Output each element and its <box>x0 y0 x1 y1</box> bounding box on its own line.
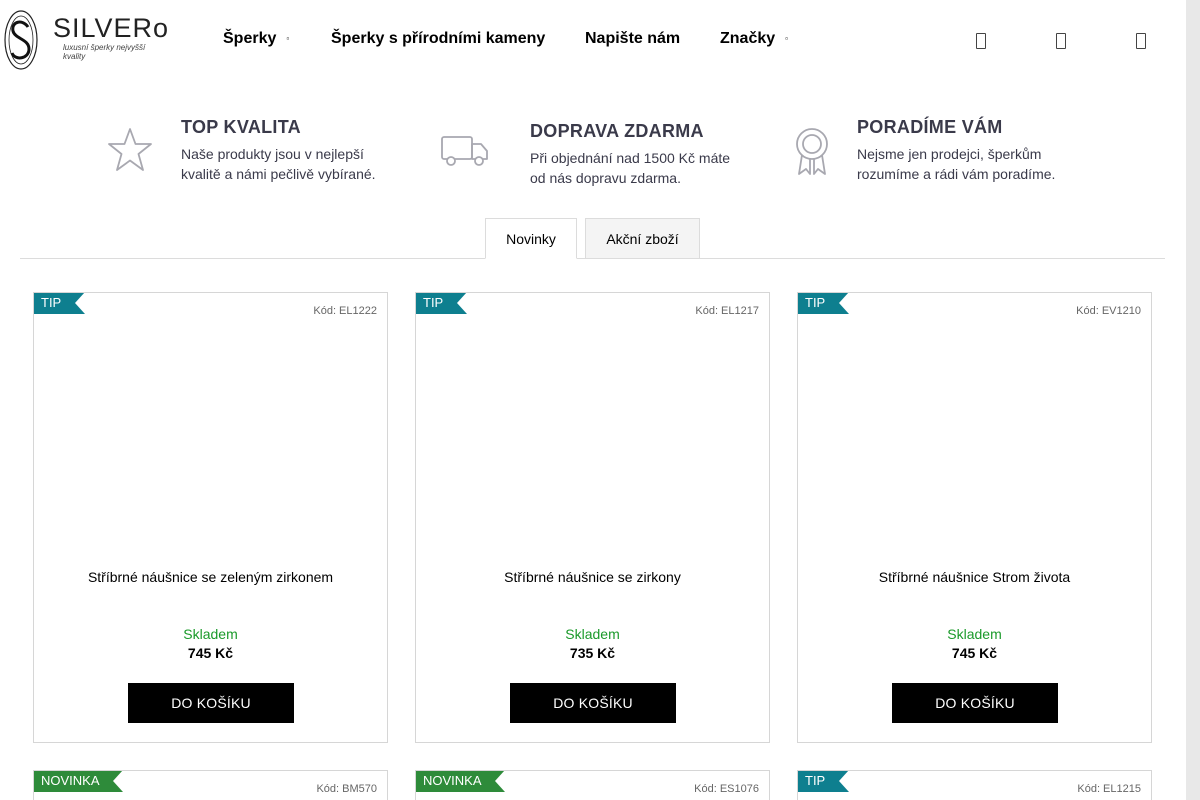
star-icon <box>108 128 152 171</box>
product-price: 745 Kč <box>187 645 234 661</box>
tip-flag: TIP <box>798 293 849 314</box>
benefit-text-line: Při objednání nad 1500 Kč máte <box>530 150 731 166</box>
tab-akcni-zbozi[interactable]: Akční zboží <box>585 218 700 259</box>
logo[interactable]: SILVERo luxusní šperky nejvyšší kvality <box>3 9 168 71</box>
tip-flag: TIP <box>34 293 85 314</box>
benefit-text-line: rozumíme a rádi vám poradíme. <box>857 166 1056 182</box>
logo-tagline: luxusní šperky nejvyšší kvality <box>63 43 146 61</box>
product-price: 745 Kč <box>951 645 998 661</box>
tip-flag: TIP <box>416 293 467 314</box>
truck-icon <box>441 136 488 166</box>
product-price: 735 Kč <box>569 645 616 661</box>
benefit-title: PORADÍME VÁM <box>857 117 1003 137</box>
flag-notch <box>839 293 849 314</box>
logo-emblem-icon <box>4 10 38 70</box>
product-code: Kód: BM570 <box>316 783 377 795</box>
tab-label: Akční zboží <box>606 230 679 247</box>
benefit-title: TOP KVALITA <box>181 117 301 137</box>
stock-status: Skladem <box>183 626 238 642</box>
flag-label: TIP <box>805 773 826 788</box>
product-code: Kód: EL1222 <box>313 305 377 317</box>
nav-item-label: Značky <box>720 30 776 47</box>
nav-item-label: Napište nám <box>585 30 681 47</box>
user-icon[interactable] <box>1056 33 1066 49</box>
search-icon[interactable] <box>976 33 986 49</box>
flag-label: TIP <box>423 295 444 310</box>
scrollbar-thumb[interactable] <box>1186 0 1200 800</box>
nav-item-contact[interactable]: Napište nám <box>585 30 680 48</box>
flag-notch <box>75 293 85 314</box>
product-card[interactable]: TIP Kód: EL1222 Stříbrné náušnice se zel… <box>33 292 388 743</box>
tab-label: Novinky <box>506 230 556 247</box>
benefit-text-line: Naše produkty jsou v nejlepší <box>181 146 364 162</box>
nav-item-label: Šperky <box>223 30 277 47</box>
nav-item-label: Šperky s přírodními kameny <box>331 30 546 47</box>
product-code: Kód: EL1217 <box>695 305 759 317</box>
new-flag: NOVINKA <box>416 771 505 792</box>
chevron-down-icon: ▫ <box>785 34 788 44</box>
flag-label: NOVINKA <box>423 773 482 788</box>
stock-status: Skladem <box>565 626 620 642</box>
flag-label: NOVINKA <box>41 773 100 788</box>
flag-notch <box>113 771 123 792</box>
benefit-text-line: Nejsme jen prodejci, šperkům <box>857 146 1042 162</box>
flag-notch <box>839 771 849 792</box>
logo-wordmark: SILVERo <box>53 13 170 43</box>
flag-label: TIP <box>41 295 62 310</box>
nav-item-brands[interactable]: Značky ▫ <box>720 30 788 48</box>
product-code: Kód: EL1215 <box>1077 783 1141 795</box>
cart-icon[interactable] <box>1136 33 1146 49</box>
flag-notch <box>457 293 467 314</box>
add-to-cart-button[interactable]: DO KOŠÍKU <box>510 683 676 723</box>
add-to-cart-button[interactable]: DO KOŠÍKU <box>128 683 294 723</box>
product-card[interactable]: TIP Kód: EL1217 Stříbrné náušnice se zir… <box>415 292 770 743</box>
benefit-text: Nejsme jen prodejci, šperkům rozumíme a … <box>857 144 1097 184</box>
stock-status: Skladem <box>947 626 1002 642</box>
product-code: Kód: ES1076 <box>694 783 759 795</box>
product-name[interactable]: Stříbrné náušnice se zirkony <box>416 569 769 585</box>
benefit-title: DOPRAVA ZDARMA <box>530 121 704 141</box>
benefit-text-line: od nás dopravu zdarma. <box>530 170 681 186</box>
product-name[interactable]: Stříbrné náušnice Strom života <box>798 569 1151 585</box>
product-card[interactable]: TIP Kód: EL1215 <box>797 770 1152 800</box>
benefit-text: Při objednání nad 1500 Kč máte od nás do… <box>530 148 770 188</box>
product-code: Kód: EV1210 <box>1076 305 1141 317</box>
benefit-text: Naše produkty jsou v nejlepší kvalitě a … <box>181 144 421 184</box>
new-flag: NOVINKA <box>34 771 123 792</box>
tip-flag: TIP <box>798 771 849 792</box>
chevron-down-icon: ▫ <box>286 34 290 44</box>
product-card[interactable]: NOVINKA Kód: BM570 <box>33 770 388 800</box>
nav-item-natural-stones[interactable]: Šperky s přírodními kameny <box>331 30 545 48</box>
product-card[interactable]: NOVINKA Kód: ES1076 <box>415 770 770 800</box>
add-to-cart-button[interactable]: DO KOŠÍKU <box>892 683 1058 723</box>
product-card[interactable]: TIP Kód: EV1210 Stříbrné náušnice Strom … <box>797 292 1152 743</box>
nav-item-sperky[interactable]: Šperky ▫ <box>223 30 289 48</box>
site-header: SILVERo luxusní šperky nejvyšší kvality … <box>0 0 1186 80</box>
flag-label: TIP <box>805 295 826 310</box>
benefit-text-line: kvalitě a námi pečlivě vybírané. <box>181 166 376 182</box>
page-scrollbar[interactable] <box>1186 0 1200 800</box>
award-icon <box>796 128 828 175</box>
tab-novinky[interactable]: Novinky <box>485 218 577 259</box>
flag-notch <box>495 771 505 792</box>
product-name[interactable]: Stříbrné náušnice se zeleným zirkonem <box>34 569 387 585</box>
